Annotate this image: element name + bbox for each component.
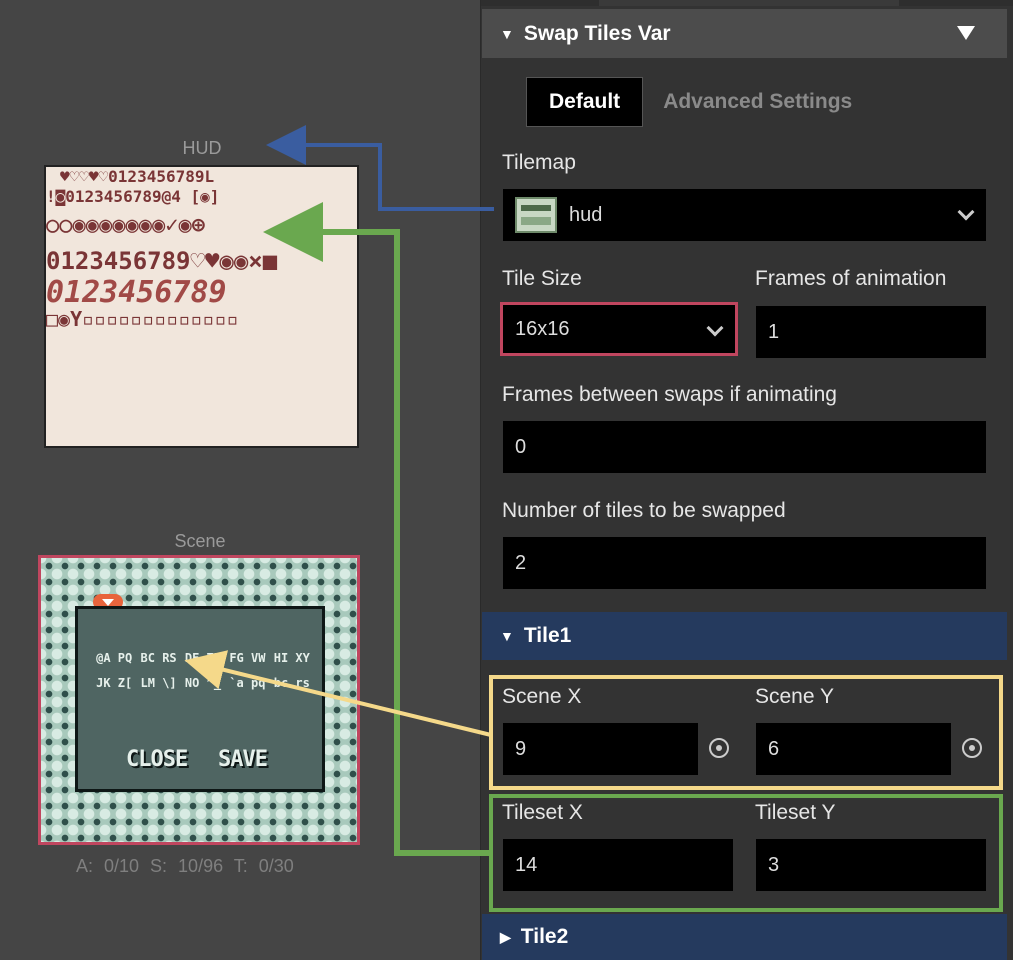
scene-canvas[interactable]: HUD ♥♡♡♥♡0123456789L !◙0123456789@4 [◉] … — [0, 0, 480, 960]
scene-save-text: SAVE — [218, 747, 268, 772]
pick-position-icon[interactable] — [962, 738, 982, 758]
hud-row-2: !◙0123456789@4 [◉] — [46, 187, 220, 206]
swap-tiles-section-header[interactable]: ▼ Swap Tiles Var — [482, 9, 1007, 58]
scene-label: Scene — [174, 531, 226, 551]
pick-position-icon[interactable] — [709, 738, 729, 758]
tile-size-select[interactable]: 16x16 — [500, 302, 738, 356]
section-title: Swap Tiles Var — [523, 21, 671, 45]
tile1-section-header[interactable]: ▼ Tile1 — [482, 612, 1007, 660]
scene-dialog: @A PQ BC RS DE TU FG VW HI XY JK Z[ LM \… — [75, 606, 325, 792]
collapse-triangle-icon: ▼ — [500, 25, 514, 42]
hud-label: HUD — [182, 138, 222, 158]
scene-stats: A: 0/10 S: 10/96 T: 0/30 — [76, 856, 294, 876]
tileset-x-input[interactable]: 14 — [503, 839, 733, 891]
tab-advanced-settings[interactable]: Advanced Settings — [663, 90, 852, 114]
scene-cell: @A PQ — [96, 651, 133, 665]
scene-cell: DE TU — [184, 651, 222, 665]
hud-row-1: ♥♡♡♥♡0123456789L — [60, 167, 215, 186]
tileset-x-label: Tileset X — [502, 801, 583, 824]
scene-x-label: Scene X — [502, 685, 582, 708]
tile-size-value: 16x16 — [515, 317, 570, 340]
hud-row-5: 0123456789 — [46, 275, 227, 310]
tab-default[interactable]: Default — [526, 77, 644, 127]
scene-cell: JK Z[ — [96, 676, 133, 690]
tile1-title: Tile1 — [523, 624, 572, 647]
tile2-title: Tile2 — [520, 925, 569, 948]
tileset-y-input[interactable]: 3 — [756, 839, 986, 891]
expand-triangle-icon: ▶ — [500, 928, 511, 945]
dropdown-menu-icon[interactable] — [957, 26, 975, 40]
scene-y-label: Scene Y — [755, 685, 835, 708]
hud-row-3: ○○◉◉◉◉◉◉◉✓◉⊕ — [46, 213, 205, 238]
scene-cell: LM \] — [140, 676, 177, 690]
tilemap-value: hud — [569, 203, 603, 226]
chevron-down-icon — [957, 203, 975, 221]
collapse-triangle-icon: ▼ — [500, 628, 514, 644]
scene-close-text: CLOSE — [126, 747, 188, 772]
scene-preview[interactable]: @A PQ BC RS DE TU FG VW HI XY JK Z[ LM \… — [38, 555, 360, 845]
settings-tabs: Default Advanced Settings — [526, 77, 852, 127]
num-tiles-input[interactable]: 2 — [503, 537, 986, 589]
num-tiles-label: Number of tiles to be swapped — [502, 499, 786, 522]
frames-between-input[interactable]: 0 — [503, 421, 986, 473]
frames-of-animation-input[interactable]: 1 — [756, 306, 986, 358]
scene-x-input[interactable]: 9 — [503, 723, 698, 775]
tilemap-select[interactable]: hud — [503, 189, 986, 241]
tilemap-label: Tilemap — [502, 151, 576, 174]
inspector-panel: ▼ Swap Tiles Var Default Advanced Settin… — [480, 0, 1013, 960]
tile-size-label: Tile Size — [502, 267, 582, 290]
hud-tilemap[interactable]: ♥♡♡♥♡0123456789L !◙0123456789@4 [◉] ○○◉◉… — [44, 165, 359, 448]
hud-row-4: 0123456789♡♥◉◉×■ — [46, 247, 278, 275]
hud-row-6: □◉Y▫▫▫▫▫▫▫▫▫▫▫▫▫ — [46, 307, 239, 331]
scene-cell: FG VW — [229, 651, 266, 665]
scene-char-grid: @A PQ BC RS DE TU FG VW HI XY JK Z[ LM \… — [92, 651, 314, 690]
scene-cell: NO ^_ — [184, 676, 222, 690]
tilemap-thumbnail-icon — [515, 197, 557, 233]
scene-y-input[interactable]: 6 — [756, 723, 951, 775]
scene-cell: HI XY — [273, 651, 310, 665]
tileset-y-label: Tileset Y — [755, 801, 836, 824]
frames-of-animation-label: Frames of animation — [755, 267, 947, 290]
scene-cell: bc rs — [273, 676, 310, 690]
scene-cell: BC RS — [140, 651, 177, 665]
tile2-section-header[interactable]: ▶ Tile2 — [482, 914, 1007, 960]
chevron-down-icon — [706, 319, 724, 337]
panel-top-strip — [481, 0, 1013, 6]
frames-between-label: Frames between swaps if animating — [502, 383, 837, 406]
scene-cell: `a pq — [229, 676, 266, 690]
